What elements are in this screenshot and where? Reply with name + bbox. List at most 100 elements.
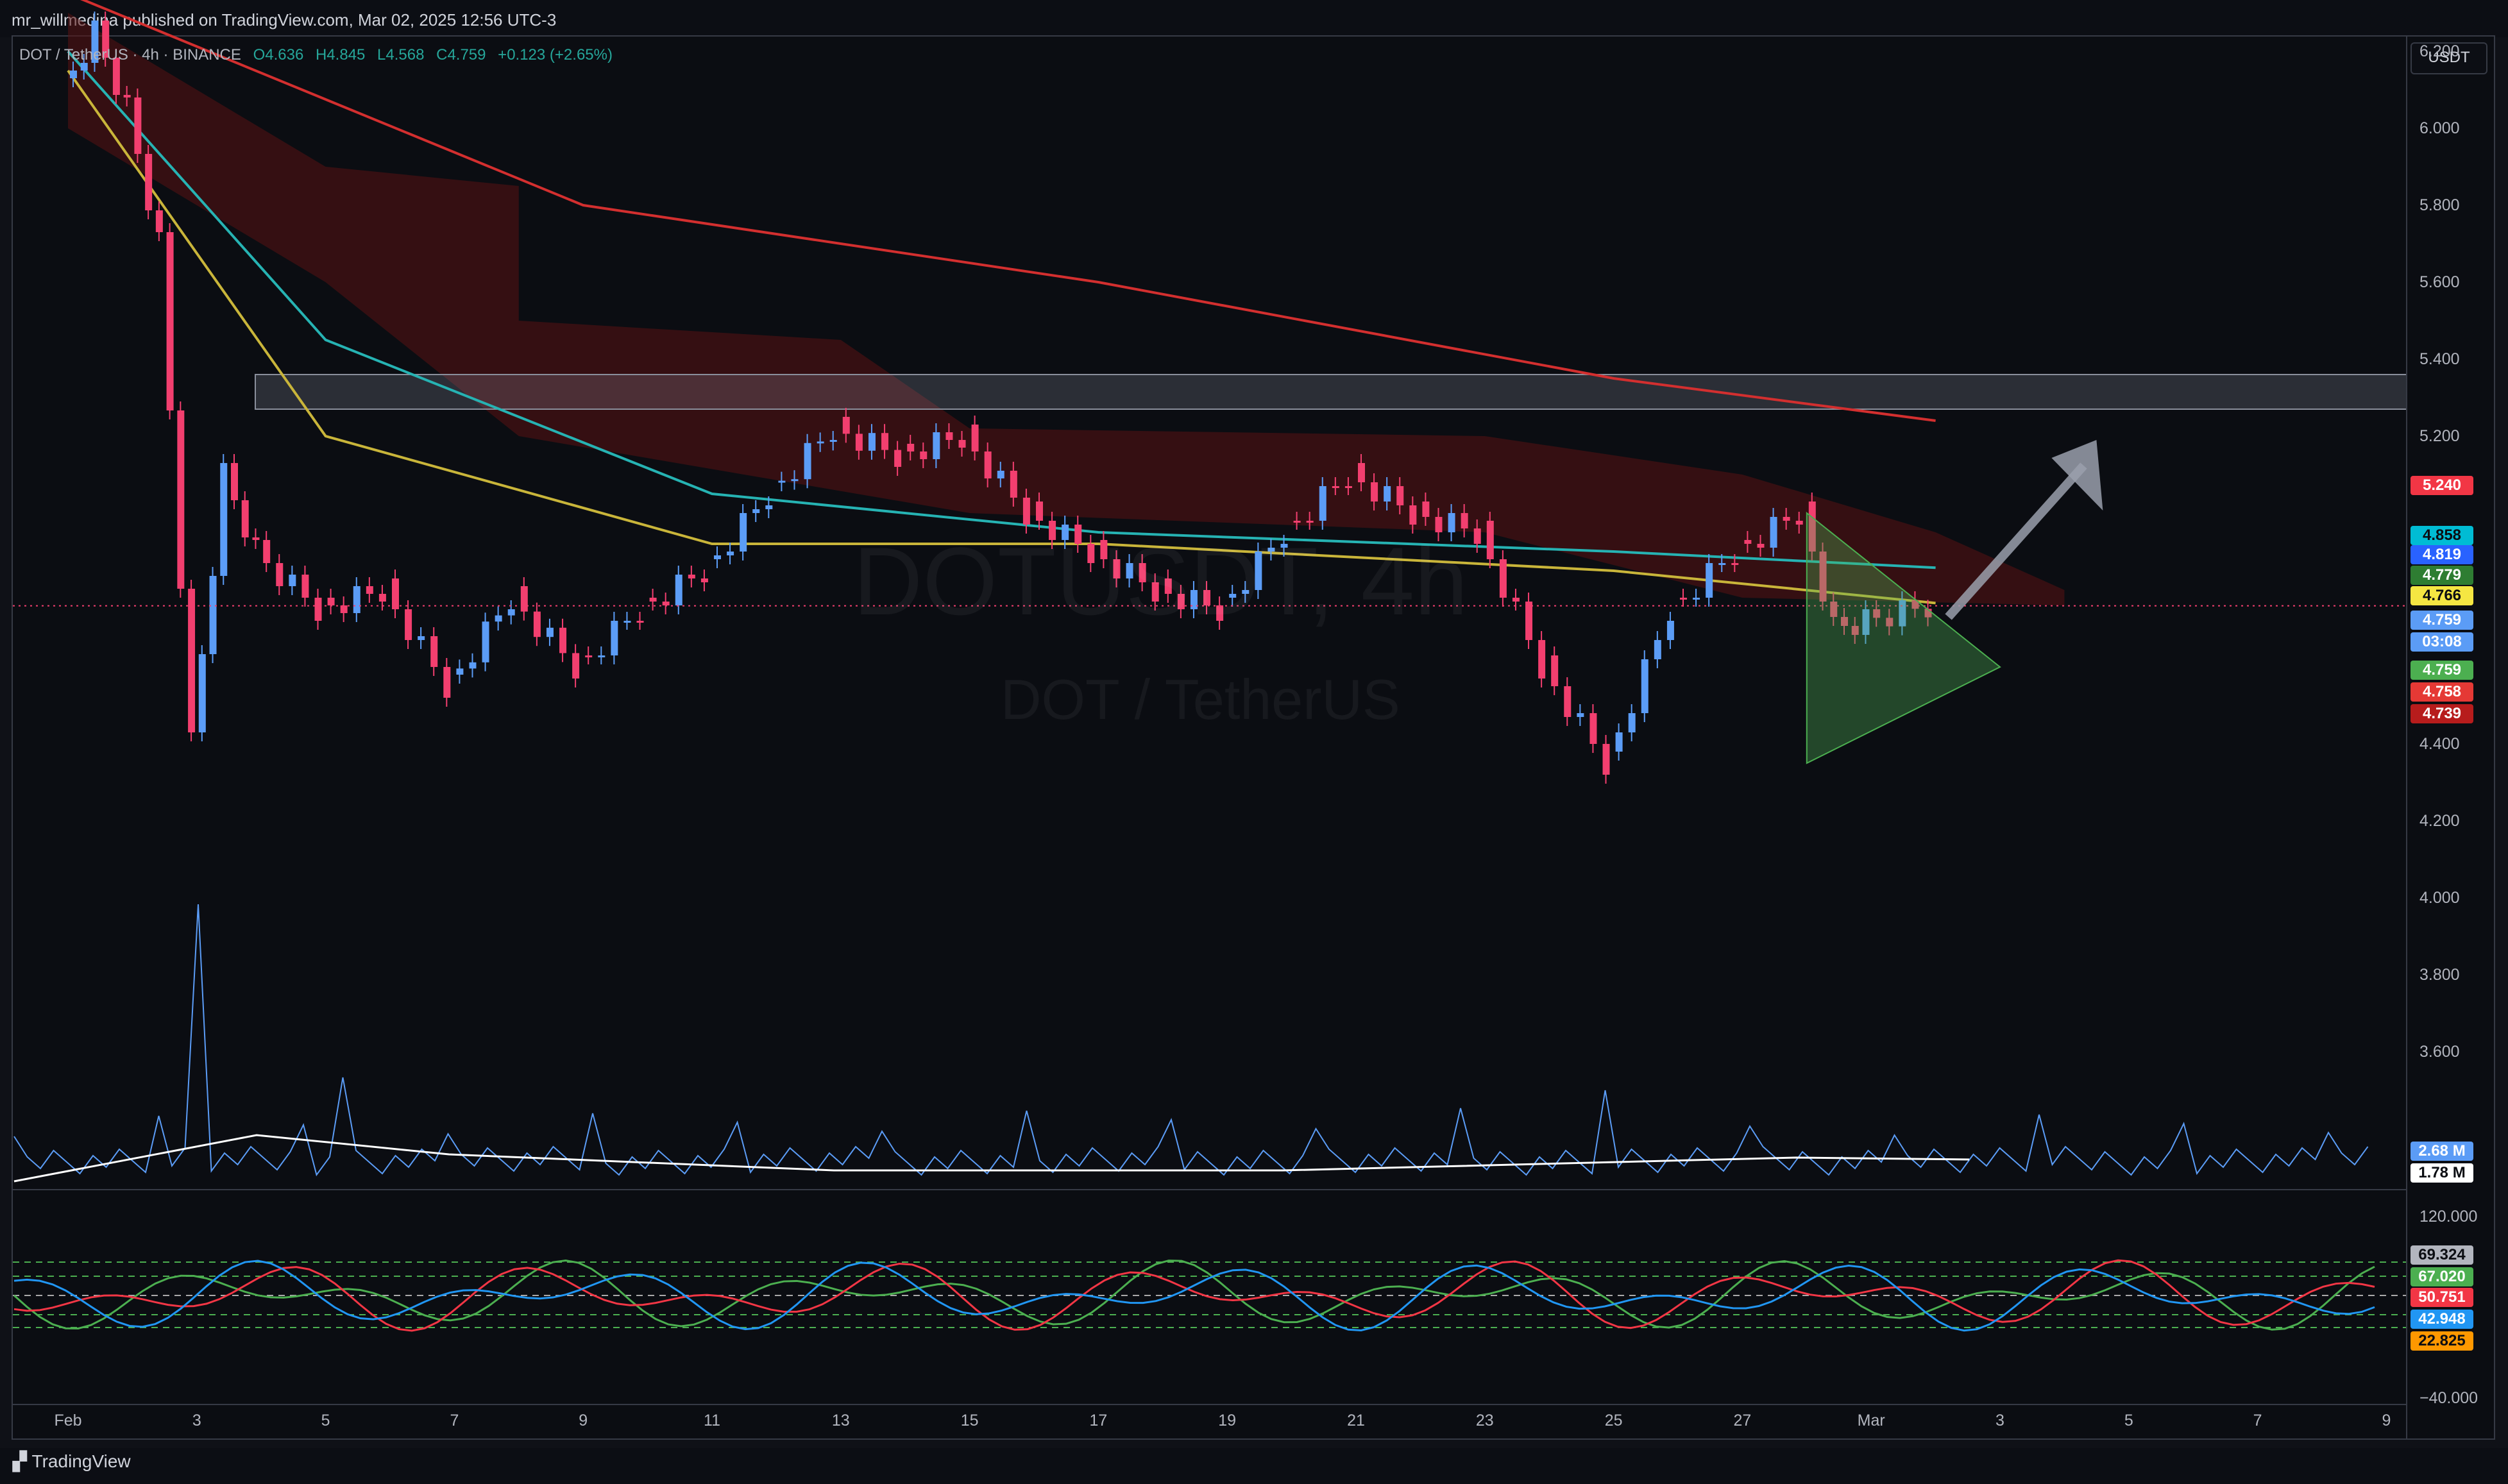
time-tick-6: 13 (831, 1412, 850, 1429)
time-tick-18: 9 (2382, 1412, 2391, 1429)
candle-body-48 (649, 598, 657, 602)
candle-body-123 (1615, 732, 1623, 752)
candle-body-7 (145, 154, 153, 210)
price-badge-5: 4.759 (2411, 611, 2473, 630)
candle-body-129 (1693, 598, 1700, 600)
ichimoku-cloud-area (68, 13, 2065, 605)
price-tick-7: 4.400 (2419, 735, 2460, 753)
candle-body-74 (984, 451, 992, 478)
candle-body-28 (392, 578, 399, 609)
candle-body-49 (662, 602, 670, 605)
price-tick-1: 6.000 (2419, 119, 2460, 137)
candle-body-127 (1666, 621, 1674, 640)
candle-body-21 (301, 575, 309, 598)
time-tick-14: Mar (1857, 1412, 1885, 1429)
osc-badge-1: 67.020 (2411, 1267, 2473, 1286)
candle-body-19 (276, 563, 284, 586)
volume-badge-0: 2.68 M (2411, 1142, 2473, 1161)
candle-body-41 (559, 627, 567, 653)
candle-body-116 (1525, 602, 1533, 640)
candle-body-100 (1319, 486, 1326, 521)
time-tick-3: 7 (450, 1412, 459, 1429)
time-tick-9: 19 (1218, 1412, 1237, 1429)
candle-body-62 (829, 440, 837, 442)
legend-high: H4.845 (315, 46, 366, 63)
candle-body-11 (188, 589, 196, 732)
candle-body-63 (842, 417, 850, 434)
price-tick-3: 5.600 (2419, 273, 2460, 291)
candle-body-10 (177, 410, 185, 589)
candle-body-38 (520, 586, 528, 612)
candle-body-5 (123, 95, 131, 97)
candle-body-12 (198, 654, 206, 732)
time-tick-10: 21 (1347, 1412, 1365, 1429)
candle-body-67 (894, 450, 902, 467)
time-tick-5: 11 (704, 1412, 720, 1429)
candle-body-15 (231, 463, 238, 500)
arrow-head (2051, 440, 2103, 510)
price-badge-4: 4.766 (2411, 586, 2473, 605)
price-badge-2: 4.819 (2411, 545, 2473, 564)
time-tick-13: 27 (1733, 1412, 1752, 1429)
tradingview-logo-text: TradingView (31, 1451, 131, 1471)
candle-body-37 (507, 609, 515, 616)
candle-body-0 (70, 71, 77, 78)
candle-body-18 (263, 540, 271, 563)
candle-body-71 (945, 432, 953, 440)
price-badge-9: 4.739 (2411, 704, 2473, 723)
price-badge-7: 4.759 (2411, 661, 2473, 680)
candle-body-26 (366, 586, 373, 594)
bottom-bar (0, 1448, 2508, 1484)
price-badge-3: 4.779 (2411, 566, 2473, 585)
candle-body-50 (675, 575, 682, 605)
tradingview-logo[interactable]: ▞ TradingView (13, 1451, 131, 1472)
legend-low: L4.568 (377, 46, 425, 63)
candle-body-137 (1795, 521, 1803, 525)
legend-close: C4.759 (436, 46, 486, 63)
candle-body-106 (1396, 486, 1404, 505)
price-badge-6: 03:08 (2411, 632, 2473, 652)
price-tick-8: 4.200 (2419, 812, 2460, 830)
candle-body-134 (1757, 544, 1765, 548)
candle-body-25 (353, 586, 360, 613)
candle-body-64 (855, 434, 863, 451)
price-tick-5: 5.200 (2419, 427, 2460, 445)
candle-body-20 (289, 575, 296, 586)
volume-pane (13, 904, 2407, 1190)
candle-body-102 (1344, 486, 1352, 488)
candle-body-108 (1422, 502, 1430, 517)
candle-body-22 (314, 598, 322, 621)
resistance-zone (255, 374, 2407, 410)
candle-body-6 (134, 97, 142, 154)
symbol-watermark-name: DOT / TetherUS (1001, 668, 1400, 731)
candle-body-98 (1293, 521, 1301, 523)
candle-body-77 (1022, 498, 1030, 525)
candle-body-68 (907, 444, 915, 451)
candle-body-122 (1602, 744, 1610, 775)
volume-line (13, 904, 2369, 1177)
candle-body-105 (1384, 486, 1391, 502)
candle-body-112 (1473, 528, 1481, 544)
candle-body-40 (546, 627, 554, 637)
candle-body-39 (533, 611, 541, 637)
candle-body-60 (804, 443, 811, 480)
time-tick-17: 7 (2253, 1412, 2262, 1429)
candle-body-75 (997, 471, 1004, 478)
candle-body-113 (1486, 521, 1494, 559)
osc-badge-3: 42.948 (2411, 1310, 2473, 1329)
candle-body-14 (220, 463, 228, 576)
candle-body-51 (688, 575, 695, 578)
price-tick-10: 3.800 (2419, 966, 2460, 984)
tradingview-logo-icon: ▞ (13, 1451, 27, 1471)
candle-body-57 (765, 505, 773, 509)
candle-body-29 (405, 609, 412, 640)
symbol-legend[interactable]: DOT / TetherUS · 4h · BINANCE O4.636 H4.… (19, 46, 620, 64)
chart-canvas[interactable] (0, 0, 2508, 1484)
candle-body-54 (727, 552, 734, 555)
price-badge-8: 4.758 (2411, 682, 2473, 702)
legend-symbol: DOT / TetherUS · 4h · BINANCE (19, 46, 241, 63)
time-tick-15: 3 (1995, 1412, 2004, 1429)
price-tick-0: 6.200 (2419, 42, 2460, 60)
candle-body-35 (482, 621, 489, 662)
candle-body-24 (340, 605, 348, 613)
